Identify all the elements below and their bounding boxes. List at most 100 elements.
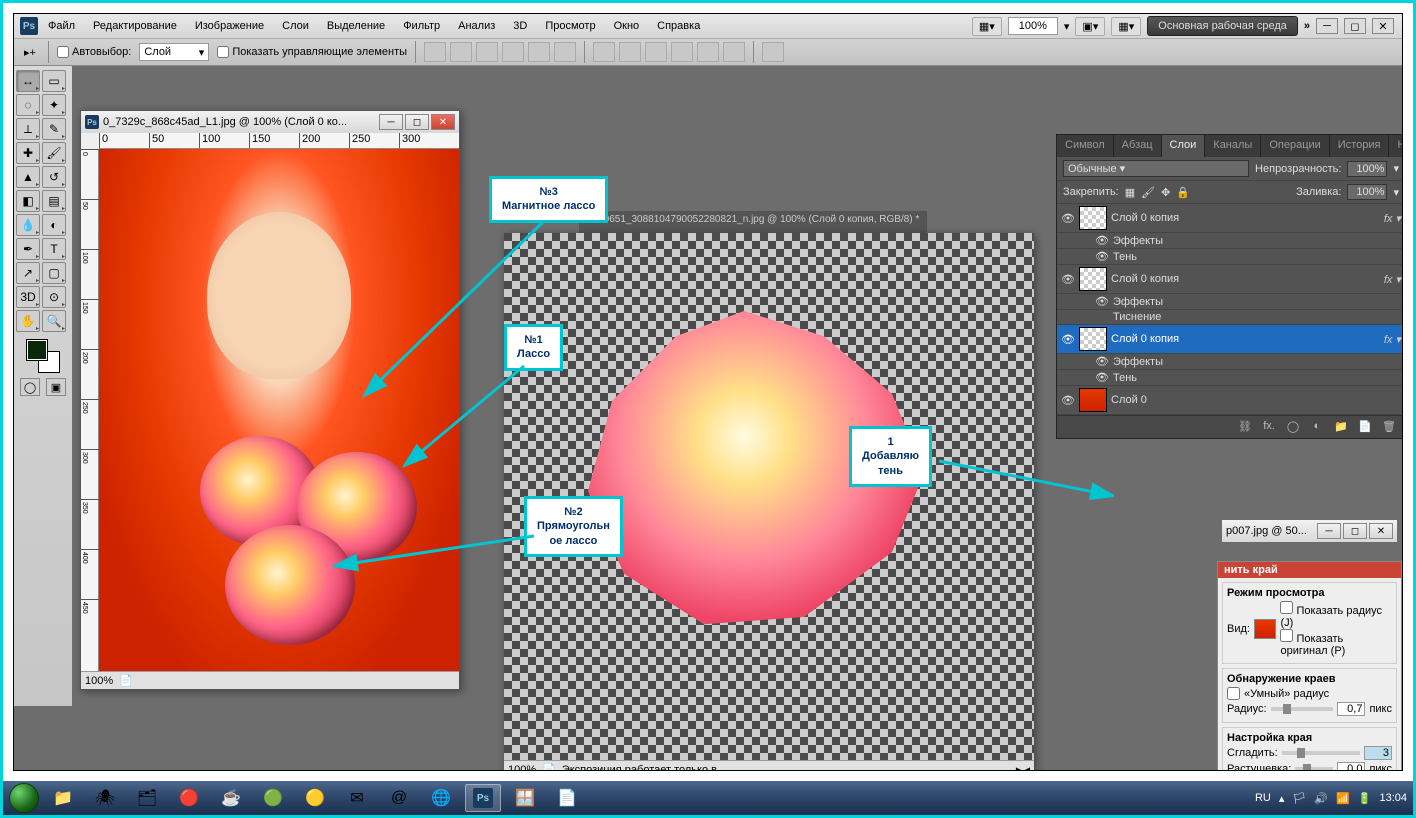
tray-power-icon[interactable]: 🔋 [1358, 792, 1372, 805]
menu-select[interactable]: Выделение [319, 17, 393, 35]
doc1-canvas[interactable] [99, 149, 459, 671]
taskbar-java-icon[interactable]: ☕ [213, 784, 249, 812]
show-original-checkbox[interactable]: Показать оригинал (P) [1280, 633, 1345, 657]
foreground-color-swatch[interactable] [27, 340, 47, 360]
layer-item-0[interactable]: 👁 Слой 0 копия fx ▾ [1057, 204, 1403, 233]
autoselect-checkbox[interactable]: Автовыбор: [57, 46, 131, 58]
taskbar-utorrent-icon[interactable]: 🟢 [255, 784, 291, 812]
layer-style-icon[interactable]: fx. [1261, 420, 1277, 434]
menu-help[interactable]: Справка [649, 17, 708, 35]
taskbar-mail-icon[interactable]: ✉ [339, 784, 375, 812]
gradient-tool[interactable]: ▤ [42, 190, 66, 212]
layer-mask-icon[interactable]: ◯ [1285, 420, 1301, 434]
adjustment-layer-icon[interactable]: ◐ [1309, 420, 1325, 434]
taskbar-word-icon[interactable]: 📄 [549, 784, 585, 812]
zoom-tool[interactable]: 🔍 [42, 310, 66, 332]
link-layers-icon[interactable]: ⛓ [1237, 420, 1253, 434]
layer-thumb[interactable] [1079, 206, 1107, 230]
path-tool[interactable]: ↗ [16, 262, 40, 284]
align-right-icon[interactable] [554, 42, 576, 62]
menu-window[interactable]: Окно [606, 17, 648, 35]
visibility-icon[interactable]: 👁 [1061, 394, 1075, 407]
align-vcenter-icon[interactable] [450, 42, 472, 62]
lock-all-icon[interactable]: 🔒 [1176, 186, 1190, 199]
dist-vcenter-icon[interactable] [619, 42, 641, 62]
eraser-tool[interactable]: ◧ [16, 190, 40, 212]
smart-radius-checkbox[interactable]: «Умный» радиус [1227, 687, 1392, 700]
brush-tool[interactable]: 🖌 [42, 142, 66, 164]
start-button[interactable] [9, 783, 39, 813]
show-radius-checkbox[interactable]: Показать радиус (J) [1280, 605, 1382, 629]
healing-tool[interactable]: ✚ [16, 142, 40, 164]
dist-hcenter-icon[interactable] [697, 42, 719, 62]
menu-layer[interactable]: Слои [274, 17, 317, 35]
color-swatches[interactable] [27, 340, 59, 372]
screenmode-button[interactable]: ▣ [46, 378, 66, 396]
layer-item-3[interactable]: 👁 Слой 0 [1057, 386, 1403, 415]
view-thumb[interactable] [1254, 619, 1276, 639]
layer-1-emboss[interactable]: Тиснение [1057, 310, 1403, 325]
visibility-icon[interactable]: 👁 [1061, 273, 1075, 286]
type-tool[interactable]: T [42, 238, 66, 260]
layer-0-shadow[interactable]: 👁Тень [1057, 249, 1403, 265]
move-tool[interactable]: ↔ [16, 70, 40, 92]
menu-filter[interactable]: Фильтр [395, 17, 448, 35]
layer-thumb[interactable] [1079, 267, 1107, 291]
quickselect-tool[interactable]: ✦ [42, 94, 66, 116]
workspace-more-icon[interactable]: » [1304, 20, 1310, 32]
align-left-icon[interactable] [502, 42, 524, 62]
menu-analysis[interactable]: Анализ [450, 17, 503, 35]
taskbar-folder-icon[interactable]: 🗂 [129, 784, 165, 812]
fx-icon[interactable]: fx ▾ [1384, 273, 1401, 286]
zoom-level[interactable]: 100% [1008, 17, 1058, 35]
doc3-close[interactable]: ✕ [1369, 523, 1393, 539]
dodge-tool[interactable]: ◐ [42, 214, 66, 236]
tab-paragraph[interactable]: Абзац [1114, 135, 1162, 157]
show-transform-checkbox[interactable]: Показать управляющие элементы [217, 46, 407, 58]
dist-left-icon[interactable] [671, 42, 693, 62]
doc1-minimize[interactable]: ─ [379, 114, 403, 130]
fill-input[interactable]: 100% [1347, 184, 1387, 200]
layer-0-effects[interactable]: 👁Эффекты [1057, 233, 1403, 249]
feather-slider[interactable] [1295, 767, 1333, 771]
feather-input[interactable]: 0,0 [1337, 762, 1365, 771]
align-hcenter-icon[interactable] [528, 42, 550, 62]
layer-thumb[interactable] [1079, 327, 1107, 351]
taskbar-photoshop-icon[interactable]: Ps [465, 784, 501, 812]
blur-tool[interactable]: 💧 [16, 214, 40, 236]
tab-navigator[interactable]: Навигат [1389, 135, 1403, 157]
align-top-icon[interactable] [424, 42, 446, 62]
layer-item-1[interactable]: 👁 Слой 0 копия fx ▾ [1057, 265, 1403, 294]
menu-image[interactable]: Изображение [187, 17, 272, 35]
tab-channels[interactable]: Каналы [1205, 135, 1261, 157]
document-2-tab[interactable]: 9530651_308810479005228082​1_n.jpg @ 100… [579, 211, 927, 233]
doc1-info-icon[interactable]: 📄 [119, 674, 133, 687]
new-layer-icon[interactable]: 📄 [1357, 420, 1373, 434]
tray-network-icon[interactable]: 📶 [1336, 792, 1350, 805]
doc1-close[interactable]: ✕ [431, 114, 455, 130]
hand-tool[interactable]: ✋ [16, 310, 40, 332]
lock-pixels-icon[interactable]: 🖌 [1141, 186, 1155, 199]
tray-lang[interactable]: RU [1255, 792, 1271, 804]
dist-top-icon[interactable] [593, 42, 615, 62]
zoom-dropdown-icon[interactable]: ▾ [1064, 20, 1070, 33]
document-3-titlebar[interactable]: p007.jpg @ 50... ─ ◻ ✕ [1222, 520, 1397, 542]
3d-tool[interactable]: 3D [16, 286, 40, 308]
smooth-input[interactable]: 3 [1364, 746, 1392, 760]
autoselect-target-dropdown[interactable]: Слой▾ [139, 43, 209, 61]
history-brush-tool[interactable]: ↺ [42, 166, 66, 188]
minimize-button[interactable]: ─ [1316, 18, 1338, 34]
taskbar-at-icon[interactable]: @ [381, 784, 417, 812]
lock-position-icon[interactable]: ✥ [1161, 186, 1170, 199]
arrange-docs-button[interactable]: ▦▾ [1111, 17, 1141, 36]
maximize-button[interactable]: ◻ [1344, 18, 1366, 34]
fx-icon[interactable]: fx ▾ [1384, 333, 1401, 346]
tray-flag-icon[interactable]: 🏳 [1292, 792, 1306, 805]
blend-mode-dropdown[interactable]: Обычные ▾ [1063, 160, 1249, 177]
lock-transparency-icon[interactable]: ▦ [1125, 186, 1135, 199]
visibility-icon[interactable]: 👁 [1061, 212, 1075, 225]
delete-layer-icon[interactable]: 🗑 [1381, 420, 1397, 434]
doc1-zoom[interactable]: 100% [85, 675, 113, 687]
doc1-maximize[interactable]: ◻ [405, 114, 429, 130]
visibility-icon[interactable]: 👁 [1061, 333, 1075, 346]
